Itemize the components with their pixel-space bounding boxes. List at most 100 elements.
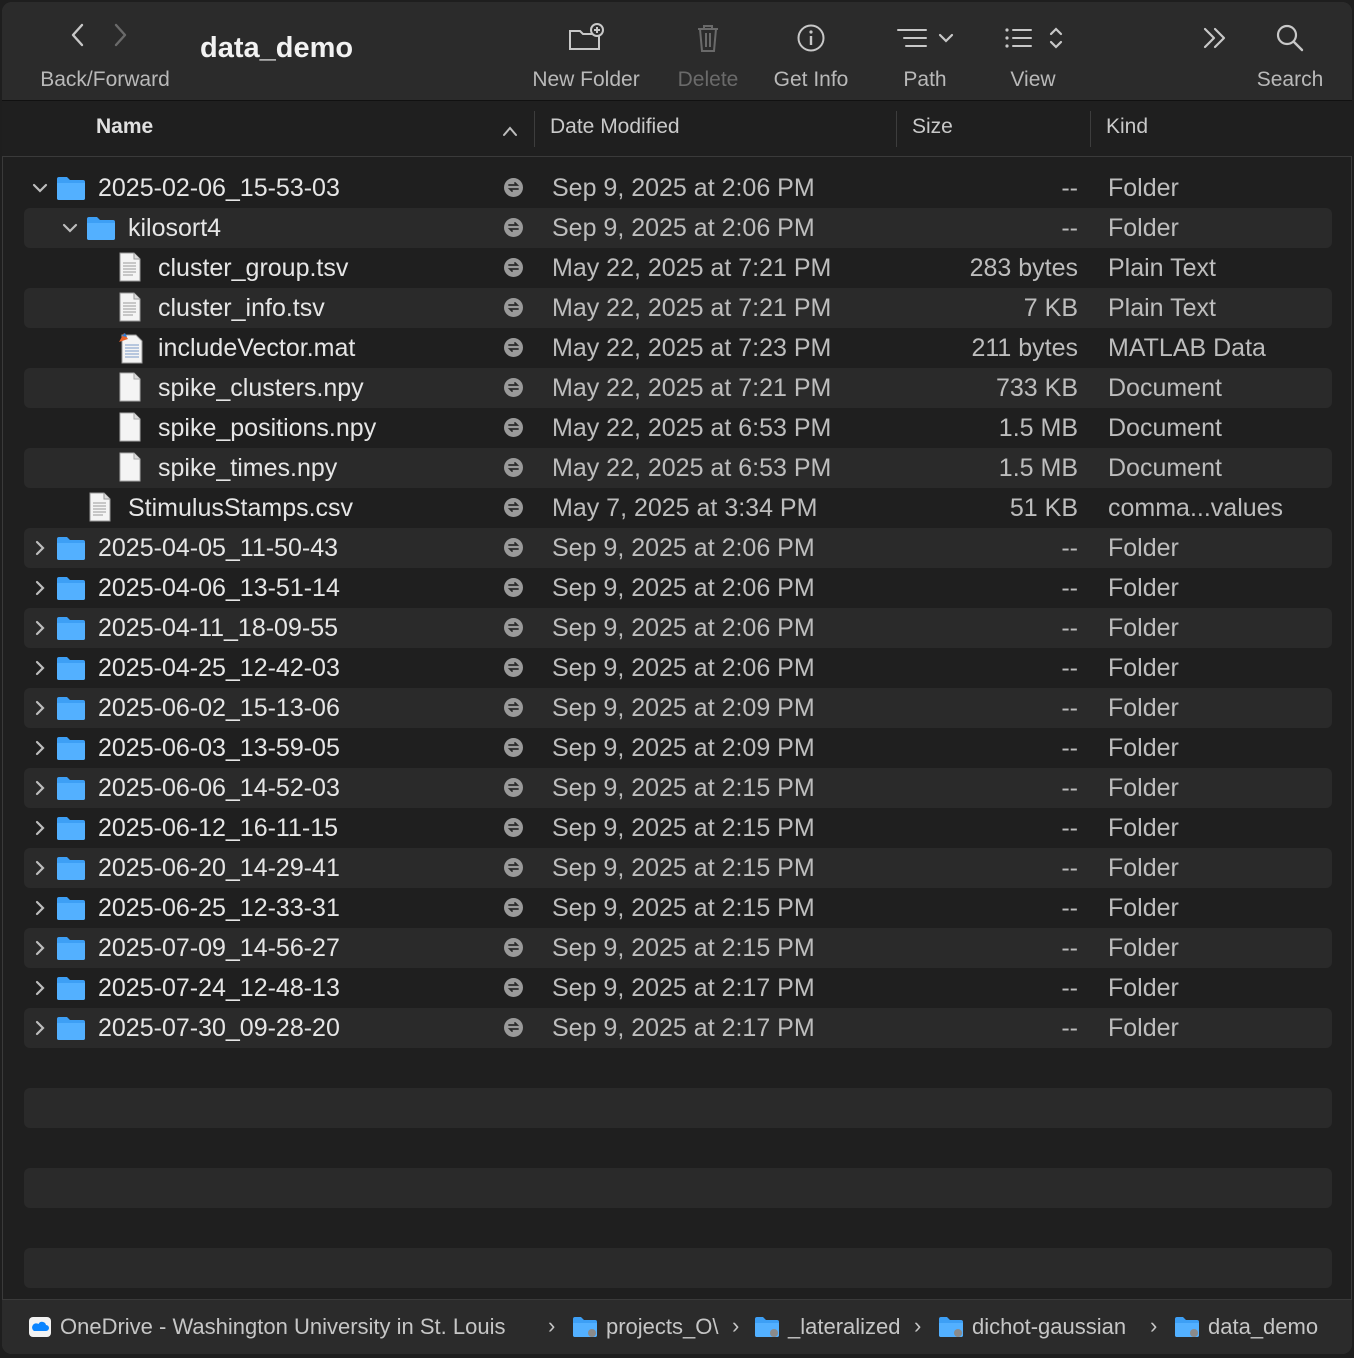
back-chevron-icon[interactable] [68,21,88,55]
folder-icon [56,535,86,568]
file-size: -- [1061,614,1078,642]
file-row[interactable]: 2025-06-25_12-33-31 Sep 9, 2025 at 2:15 P… [24,888,1332,928]
file-row[interactable]: 2025-06-12_16-11-15 Sep 9, 2025 at 2:15 P… [24,808,1332,848]
search-button[interactable]: Search [1248,2,1332,100]
column-divider[interactable] [896,111,897,147]
disclosure-closed-icon[interactable] [30,576,50,600]
file-row[interactable]: spike_positions.npy May 22, 2025 at 6:53 … [24,408,1332,448]
sync-status-icon [504,938,523,957]
file-size: -- [1061,174,1078,202]
disclosure-closed-icon[interactable] [30,896,50,920]
folder-icon [56,975,86,1008]
path-item-projects[interactable]: projects_O\ [572,1314,719,1340]
sync-status-icon [504,258,523,277]
path-item-lateralized[interactable]: _lateralized [754,1314,901,1340]
sync-status-icon [504,578,523,597]
disclosure-closed-icon[interactable] [30,936,50,960]
sync-status-icon [504,178,523,197]
file-row[interactable]: 2025-04-11_18-09-55 Sep 9, 2025 at 2:06 P… [24,608,1332,648]
disclosure-closed-icon[interactable] [30,696,50,720]
folder-icon [56,855,86,888]
sync-status-icon [504,698,523,717]
file-name: 2025-06-12_16-11-15 [98,814,339,842]
column-divider[interactable] [534,111,535,147]
file-row[interactable]: 2025-07-24_12-48-13 Sep 9, 2025 at 2:17 P… [24,968,1332,1008]
text-file-icon [118,292,142,329]
folder-icon [56,575,86,608]
file-row[interactable]: 2025-04-05_11-50-43 Sep 9, 2025 at 2:06 P… [24,528,1332,568]
view-button[interactable]: View [998,2,1068,100]
empty-row [24,1128,1332,1168]
path-item-label: data_demo [1208,1314,1319,1339]
name-column-header[interactable]: Name [96,115,153,139]
file-kind: Document [1108,414,1222,442]
disclosure-closed-icon[interactable] [30,616,50,640]
document-icon [118,452,142,489]
size-column-header[interactable]: Size [912,115,953,139]
file-kind: Folder [1108,654,1179,682]
file-size: -- [1061,974,1078,1002]
disclosure-open-icon[interactable] [30,176,50,200]
file-row[interactable]: 2025-07-30_09-28-20 Sep 9, 2025 at 2:17 P… [24,1008,1332,1048]
path-bar: OneDrive - Washington University in St. … [2,1299,1352,1354]
empty-row [24,1248,1332,1288]
folder-icon [56,175,86,208]
file-row[interactable]: 2025-04-25_12-42-03 Sep 9, 2025 at 2:06 P… [24,648,1332,688]
file-row[interactable]: 2025-02-06_15-53-03 Sep 9, 2025 at 2:06 P… [24,168,1332,208]
file-row[interactable]: 2025-07-09_14-56-27 Sep 9, 2025 at 2:15 P… [24,928,1332,968]
new-folder-label: New Folder [532,68,640,91]
path-separator-icon: › [914,1313,922,1338]
file-list: 2025-02-06_15-53-03 Sep 9, 2025 at 2:06 P… [2,168,1352,1288]
file-row[interactable]: StimulusStamps.csv May 7, 2025 at 3:34 PM… [24,488,1332,528]
file-date: Sep 9, 2025 at 2:06 PM [552,574,815,602]
path-button[interactable]: Path [888,2,962,100]
column-divider[interactable] [1090,111,1091,147]
more-toolbar-button[interactable] [1192,2,1238,100]
date-column-header[interactable]: Date Modified [550,115,680,139]
get-info-button[interactable]: Get Info [764,2,858,100]
file-row[interactable]: 2025-06-02_15-13-06 Sep 9, 2025 at 2:09 P… [24,688,1332,728]
window-title: data_demo [200,32,354,64]
file-kind: Folder [1108,854,1179,882]
file-size: -- [1061,814,1078,842]
file-row[interactable]: spike_times.npy May 22, 2025 at 6:53 PM 1.… [24,448,1332,488]
file-name: kilosort4 [128,214,222,242]
file-size: 733 KB [995,374,1078,402]
file-row[interactable]: 2025-06-20_14-29-41 Sep 9, 2025 at 2:15 P… [24,848,1332,888]
kind-column-header[interactable]: Kind [1106,115,1148,139]
disclosure-closed-icon[interactable] [30,736,50,760]
file-date: Sep 9, 2025 at 2:15 PM [552,854,815,882]
file-row[interactable]: 2025-04-06_13-51-14 Sep 9, 2025 at 2:06 P… [24,568,1332,608]
file-row[interactable]: includeVector.mat May 22, 2025 at 7:23 PM… [24,328,1332,368]
disclosure-closed-icon[interactable] [30,856,50,880]
path-item-onedrive[interactable]: OneDrive - Washington University in St. … [28,1314,505,1340]
file-row[interactable]: spike_clusters.npy May 22, 2025 at 7:21 P… [24,368,1332,408]
disclosure-closed-icon[interactable] [30,816,50,840]
disclosure-open-icon[interactable] [60,216,80,240]
new-folder-button[interactable]: New Folder [520,2,652,100]
disclosure-closed-icon[interactable] [30,656,50,680]
forward-chevron-icon[interactable] [110,21,130,55]
file-row[interactable]: cluster_info.tsv May 22, 2025 at 7:21 PM 7… [24,288,1332,328]
disclosure-closed-icon[interactable] [30,776,50,800]
disclosure-closed-icon[interactable] [30,976,50,1000]
disclosure-closed-icon[interactable] [30,1016,50,1040]
path-item-data-demo[interactable]: data_demo [1174,1314,1318,1340]
file-date: Sep 9, 2025 at 2:17 PM [552,1014,815,1042]
disclosure-closed-icon[interactable] [30,536,50,560]
file-size: -- [1061,774,1078,802]
file-row[interactable]: 2025-06-06_14-52-03 Sep 9, 2025 at 2:15 P… [24,768,1332,808]
path-item-dichot-gaussian[interactable]: dichot-gaussian [938,1314,1126,1340]
file-size: -- [1061,574,1078,602]
file-date: Sep 9, 2025 at 2:06 PM [552,654,815,682]
file-kind: Folder [1108,934,1179,962]
file-row[interactable]: cluster_group.tsv May 22, 2025 at 7:21 PM… [24,248,1332,288]
file-kind: Folder [1108,734,1179,762]
file-row[interactable]: 2025-06-03_13-59-05 Sep 9, 2025 at 2:09 P… [24,728,1332,768]
file-row[interactable]: kilosort4 Sep 9, 2025 at 2:06 PM -- Folder [24,208,1332,248]
sync-status-icon [504,498,523,517]
delete-label: Delete [677,68,739,91]
delete-button[interactable]: Delete [666,2,750,100]
back-forward-group[interactable]: Back/Forward [30,2,180,100]
file-date: Sep 9, 2025 at 2:06 PM [552,214,815,242]
